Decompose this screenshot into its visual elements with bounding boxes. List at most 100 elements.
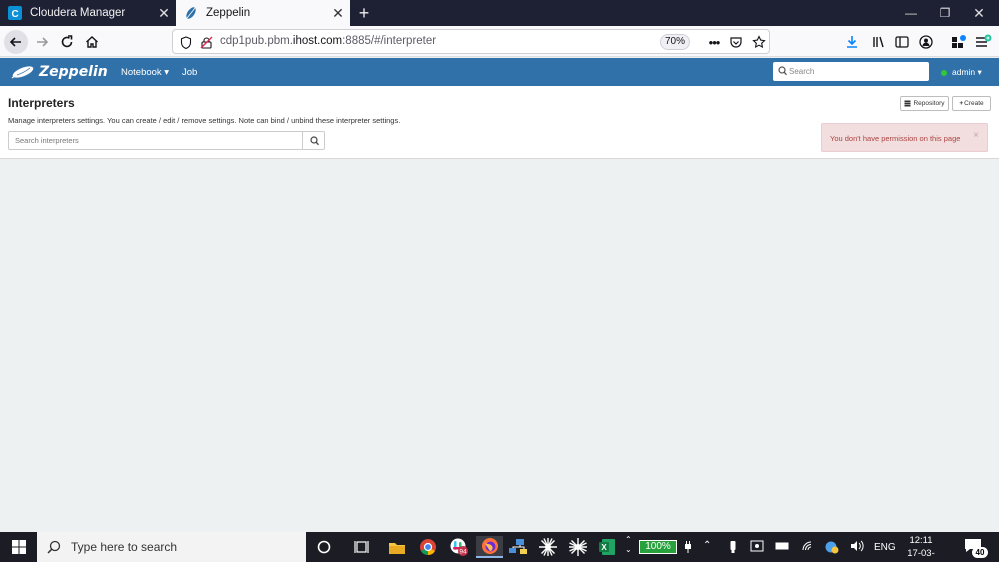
screen-capture-icon[interactable] [750, 540, 764, 555]
browser-nav-bar: cdp1pub.pbm.ihost.com:8885/#/interpreter… [0, 26, 999, 57]
url-prefix: cdp1pub.pbm. [220, 35, 293, 47]
zeppelin-header: Zeppelin Notebook ▾ Job admin ▾ [0, 58, 999, 86]
alert-close-icon[interactable]: × [973, 130, 979, 141]
home-icon [86, 36, 98, 48]
arrow-left-icon [9, 37, 21, 47]
close-tab-icon[interactable]: ✕ [326, 5, 350, 22]
username-label: admin ▾ [952, 67, 982, 77]
tab-zeppelin[interactable]: Zeppelin ✕ [176, 0, 350, 26]
task-view-icon[interactable] [350, 536, 374, 558]
tab-cloudera-manager[interactable]: C Cloudera Manager ✕ [0, 0, 176, 26]
battery-indicator[interactable]: 100% [639, 540, 677, 554]
repository-label: Repository [913, 100, 945, 107]
interpreter-search-button[interactable] [304, 132, 325, 149]
zeppelin-favicon-icon [184, 6, 198, 20]
chrome-icon[interactable] [416, 536, 440, 558]
create-button[interactable]: + Create [952, 96, 991, 111]
database-icon [904, 100, 911, 107]
action-center-button[interactable]: 40 [964, 538, 988, 558]
vpn-icon[interactable] [825, 540, 839, 557]
sidebar-icon [895, 36, 909, 48]
excel-icon[interactable]: X [595, 536, 619, 558]
library-icon [873, 36, 884, 48]
account-button[interactable] [914, 30, 938, 54]
svg-text:94: 94 [459, 549, 467, 556]
reload-button[interactable] [55, 30, 79, 54]
forward-button[interactable] [30, 30, 54, 54]
app-burst-icon-2[interactable] [566, 536, 590, 558]
url-bar[interactable]: cdp1pub.pbm.ihost.com:8885/#/interpreter… [172, 29, 770, 54]
app-burst-icon-1[interactable] [536, 536, 560, 558]
notification-count: 40 [972, 547, 988, 558]
clock-date: 17-03-2021 [907, 548, 935, 562]
permission-alert: You don't have permission on this page × [821, 123, 988, 152]
cloudera-favicon-icon: C [8, 6, 22, 20]
interpreter-panel: Interpreters Manage interpreters setting… [0, 86, 999, 159]
bookmark-star-icon[interactable] [751, 34, 767, 50]
minimize-icon[interactable]: — [894, 0, 928, 26]
menu-button[interactable] [971, 30, 995, 54]
file-explorer-icon[interactable] [385, 536, 409, 558]
windows-taskbar: Type here to search 94 X ⌃ ⌄ 100% ⌃ ENG … [0, 532, 999, 562]
zoom-level-badge[interactable]: 70% [660, 34, 690, 50]
interpreter-search-input[interactable] [9, 132, 303, 149]
taskbar-search-placeholder: Type here to search [71, 540, 178, 554]
tab-title: Cloudera Manager [30, 7, 126, 19]
repository-button[interactable]: Repository [900, 96, 949, 111]
page-description: Manage interpreters settings. You can cr… [8, 116, 401, 125]
sidebar-button[interactable] [890, 30, 914, 54]
taskbar-search-box[interactable]: Type here to search [37, 532, 306, 562]
restore-icon[interactable]: ❐ [928, 0, 962, 26]
url-domain: ihost.com [292, 35, 343, 47]
page-title: Interpreters [8, 96, 75, 110]
cortana-icon[interactable] [312, 536, 336, 558]
zeppelin-logo[interactable]: Zeppelin [9, 63, 108, 81]
user-menu[interactable]: admin ▾ [941, 67, 982, 78]
close-tab-icon[interactable]: ✕ [152, 5, 176, 22]
start-button[interactable] [0, 532, 37, 562]
insecure-lock-icon[interactable] [198, 34, 214, 50]
firefox-icon[interactable] [476, 536, 503, 558]
shield-icon[interactable] [178, 34, 194, 50]
usb-device-icon[interactable] [728, 540, 738, 557]
downloads-button[interactable] [840, 30, 864, 54]
interpreter-search-group [8, 131, 325, 150]
connection-status-dot [941, 69, 947, 76]
system-clock[interactable]: 12:11 17-03-2021 [900, 534, 942, 562]
pocket-icon[interactable] [728, 34, 744, 50]
url-text[interactable]: cdp1pub.pbm.ihost.com:8885/#/interpreter [220, 35, 436, 47]
more-actions-icon[interactable]: ••• [706, 34, 722, 50]
show-hidden-icons[interactable]: ⌃ [703, 540, 711, 551]
create-label: Create [964, 100, 984, 107]
arrow-right-icon [37, 37, 49, 47]
slack-icon[interactable]: 94 [447, 536, 471, 558]
language-indicator[interactable]: ENG [874, 542, 896, 553]
svg-text:X: X [601, 543, 607, 552]
search-icon [47, 540, 61, 554]
notebook-search-box [773, 62, 929, 81]
library-button[interactable] [867, 30, 891, 54]
url-suffix: :8885/#/interpreter [342, 35, 437, 47]
search-icon [310, 135, 319, 145]
download-icon [847, 36, 857, 48]
taskbar-scroll-icon[interactable]: ⌃ ⌄ [625, 535, 632, 555]
plus-icon: + [959, 100, 964, 107]
nav-notebook-dropdown[interactable]: Notebook ▾ [121, 67, 169, 78]
back-button[interactable] [4, 30, 28, 54]
nav-job-link[interactable]: Job [182, 67, 197, 78]
extensions-button[interactable] [947, 30, 971, 54]
wifi-icon[interactable] [801, 540, 815, 555]
tab-title: Zeppelin [206, 7, 251, 19]
home-button[interactable] [80, 30, 104, 54]
browser-tab-bar: C Cloudera Manager ✕ Zeppelin ✕ + — ❐ ✕ [0, 0, 999, 26]
volume-icon[interactable] [850, 540, 864, 555]
new-tab-button[interactable]: + [354, 2, 374, 24]
windows-logo-icon [11, 540, 26, 554]
network-app-icon[interactable] [506, 536, 530, 558]
hamburger-menu-icon [976, 34, 992, 47]
svg-text:C: C [12, 9, 19, 20]
window-close-icon[interactable]: ✕ [962, 0, 996, 26]
keyboard-icon[interactable] [775, 540, 789, 555]
brand-name: Zeppelin [39, 64, 108, 80]
notebook-search-input[interactable] [789, 64, 923, 78]
